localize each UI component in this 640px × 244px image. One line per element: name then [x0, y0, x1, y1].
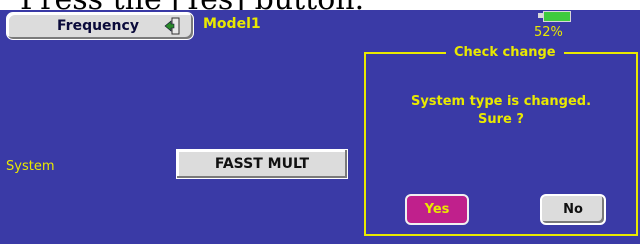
frequency-tab-label: Frequency [57, 18, 139, 34]
no-button[interactable]: No [540, 194, 606, 225]
battery-icon [543, 11, 571, 22]
system-label: System [6, 159, 55, 174]
battery-percent: 52% [534, 25, 563, 40]
back-arrow-icon[interactable] [163, 17, 181, 35]
frequency-tab[interactable]: Frequency [6, 12, 194, 40]
dialog-message-line1: System type is changed. [410, 94, 592, 109]
system-type-button[interactable]: FASST MULT [176, 149, 348, 179]
dialog-title: Check change [446, 45, 564, 60]
yes-button[interactable]: Yes [405, 194, 469, 225]
model-name: Model1 [203, 16, 261, 32]
dialog-message-line2: Sure ? [478, 112, 524, 127]
